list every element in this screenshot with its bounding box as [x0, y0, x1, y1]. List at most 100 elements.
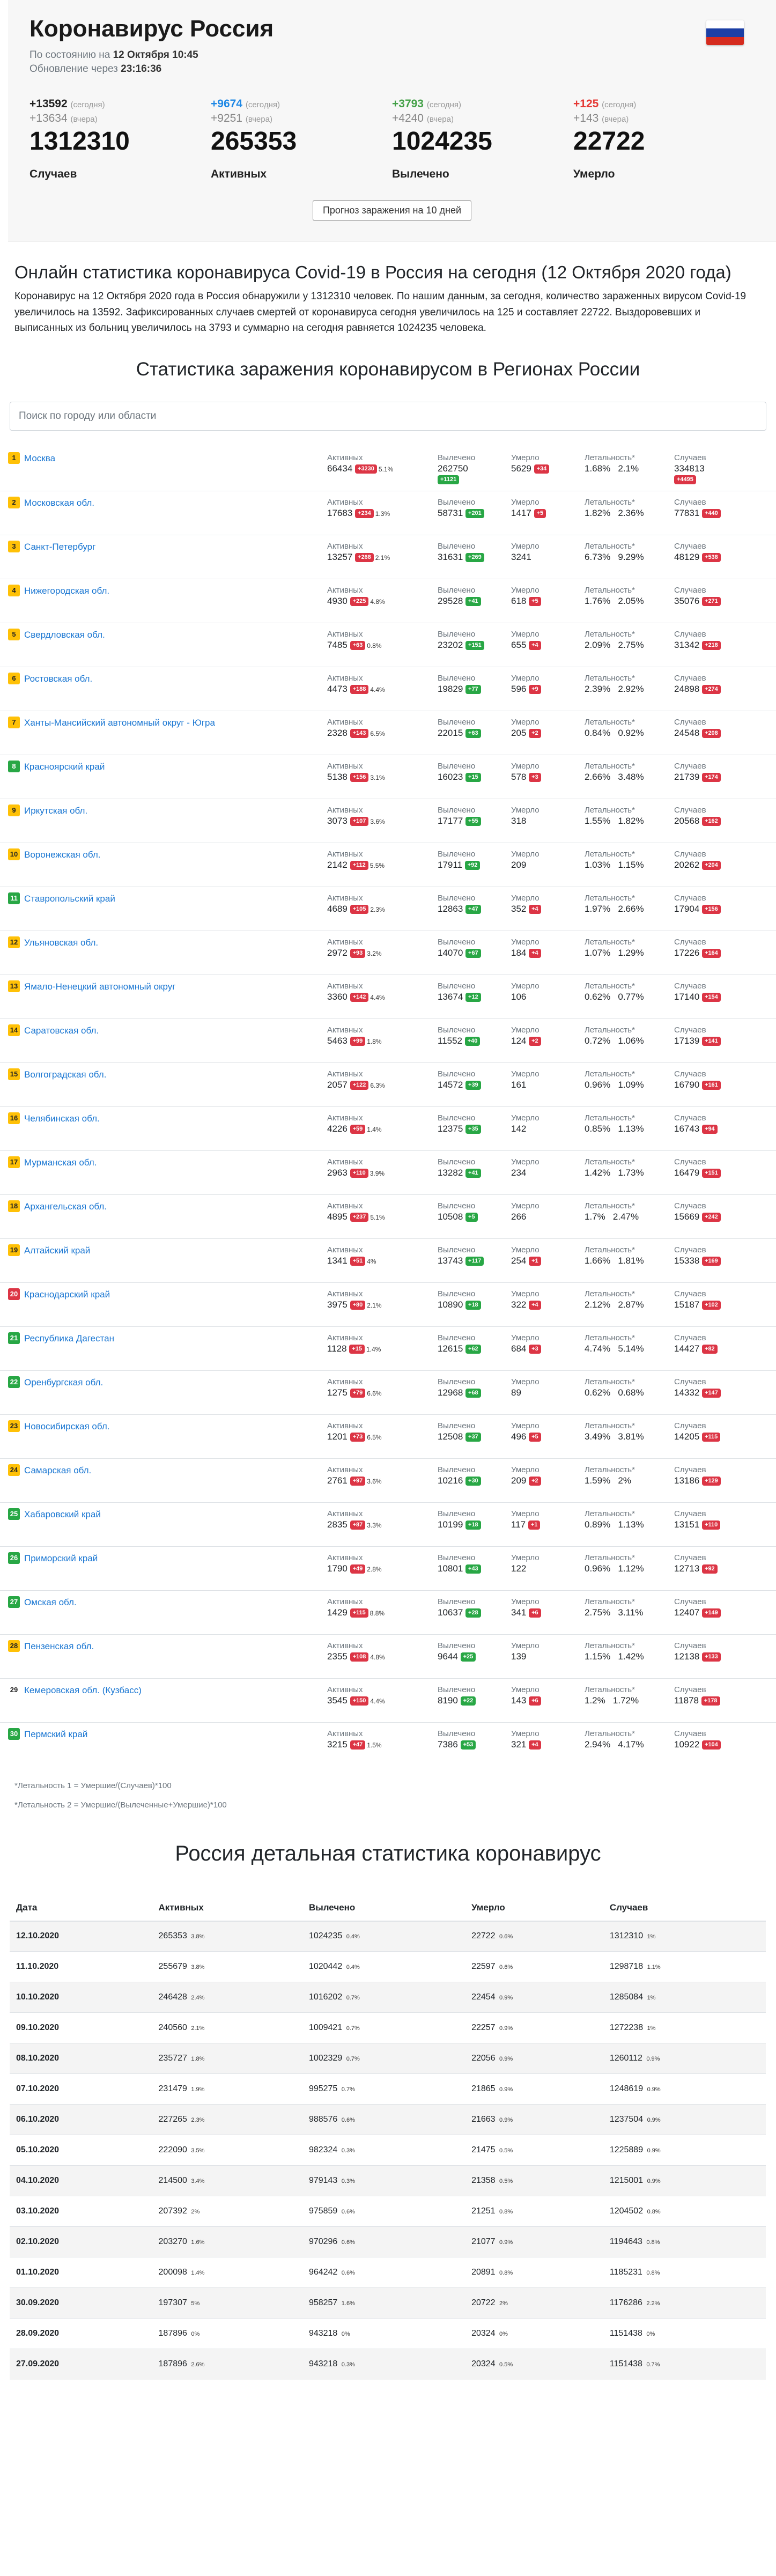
- region-link[interactable]: Ямало-Ненецкий автономный округ: [24, 980, 175, 992]
- region-link[interactable]: Кемеровская обл. (Кузбасс): [24, 1684, 142, 1696]
- died-label: Умерло: [511, 1201, 539, 1211]
- active-number: 1341: [327, 1255, 348, 1266]
- cell-percent: 2%: [191, 2209, 200, 2216]
- region-row[interactable]: 24 Самарская обл. Активных 2761 +97 3.6% Выле…: [0, 1458, 776, 1502]
- region-row[interactable]: 7 Ханты-Мансийский автономный округ - Югр…: [0, 710, 776, 755]
- region-row[interactable]: 10 Воронежская обл. Активных 2142 +112 5.5% В…: [0, 842, 776, 887]
- died-cell: Умерло 142: [511, 1112, 585, 1150]
- date-cell: 01.10.2020: [10, 2257, 152, 2288]
- region-row[interactable]: 22 Оренбургская обл. Активных 1275 +79 6.6% В…: [0, 1370, 776, 1414]
- region-row[interactable]: 18 Архангельская обл. Активных 4895 +237 5.1…: [0, 1194, 776, 1238]
- recovered-number: 58731: [438, 507, 463, 518]
- region-link[interactable]: Оренбургская обл.: [24, 1376, 103, 1388]
- region-row[interactable]: 16 Челябинская обл. Активных 4226 +59 1.4% Вы…: [0, 1106, 776, 1150]
- region-link[interactable]: Хабаровский край: [24, 1508, 101, 1520]
- region-link[interactable]: Нижегородская обл.: [24, 585, 109, 596]
- region-link[interactable]: Мурманская обл.: [24, 1156, 97, 1168]
- region-link[interactable]: Саратовская обл.: [24, 1024, 99, 1036]
- region-row[interactable]: 8 Красноярский край Активных 5138 +156 3.1% В…: [0, 754, 776, 799]
- region-link[interactable]: Архангельская обл.: [24, 1200, 107, 1212]
- region-link[interactable]: Пермский край: [24, 1728, 87, 1740]
- region-link[interactable]: Воронежская обл.: [24, 848, 101, 860]
- region-row[interactable]: 5 Свердловская обл. Активных 7485 +63 0.8% Вы…: [0, 622, 776, 667]
- region-link[interactable]: Ставропольский край: [24, 892, 115, 904]
- died-number: 1417: [511, 507, 531, 518]
- died-number: 117: [511, 1519, 526, 1530]
- cases-cell: Случаев 11878 +178: [674, 1684, 749, 1722]
- died-label: Умерло: [511, 453, 539, 462]
- region-link[interactable]: Ульяновская обл.: [24, 936, 98, 948]
- region-row[interactable]: 4 Нижегородская обл. Активных 4930 +225 4.8%…: [0, 578, 776, 623]
- search-input[interactable]: Поиск по городу или области: [10, 401, 766, 431]
- region-row[interactable]: 21 Республика Дагестан Активных 1128 +15 1.4…: [0, 1326, 776, 1370]
- recovered-number: 17177: [438, 815, 463, 826]
- region-link[interactable]: Челябинская обл.: [24, 1112, 100, 1124]
- region-row[interactable]: 26 Приморский край Активных 1790 +49 2.8% Выл…: [0, 1546, 776, 1590]
- region-link[interactable]: Свердловская обл.: [24, 629, 105, 640]
- region-row[interactable]: 9 Иркутская обл. Активных 3073 +107 3.6% Выле…: [0, 798, 776, 843]
- died-number: 89: [511, 1387, 521, 1398]
- cell-percent: 2.6%: [191, 2361, 205, 2368]
- table-row: 06.10.2020 227265 2.3% 988576 0.6% 21663 0.…: [10, 2104, 766, 2135]
- region-row[interactable]: 23 Новосибирская обл. Активных 1201 +73 6.5%…: [0, 1414, 776, 1458]
- active-label: Активных: [327, 1113, 363, 1123]
- region-link[interactable]: Ханты-Мансийский автономный округ - Югра: [24, 717, 215, 728]
- region-link[interactable]: Самарская обл.: [24, 1464, 91, 1476]
- recovered-number: 10216: [438, 1475, 463, 1486]
- region-row[interactable]: 6 Ростовская обл. Активных 4473 +188 4.4% Выл…: [0, 666, 776, 711]
- region-row[interactable]: 1 Москва Активных 66434 +3230 5.1% Вылечено 26…: [0, 447, 776, 491]
- region-name-cell: 16 Челябинская обл.: [8, 1112, 327, 1150]
- active-value: 1429 +115 8.8%: [327, 1607, 438, 1618]
- region-row[interactable]: 19 Алтайский край Активных 1341 +51 4% Вылече…: [0, 1238, 776, 1282]
- region-link[interactable]: Красноярский край: [24, 761, 105, 772]
- table-body: 12.10.2020 265353 3.8% 1024235 0.4% 22722 0…: [10, 1921, 766, 2380]
- region-link[interactable]: Приморский край: [24, 1552, 98, 1564]
- region-link[interactable]: Республика Дагестан: [24, 1332, 114, 1344]
- region-row[interactable]: 28 Пензенская обл. Активных 2355 +108 4.8% Вы…: [0, 1634, 776, 1678]
- region-link[interactable]: Новосибирская обл.: [24, 1420, 109, 1432]
- region-link[interactable]: Москва: [24, 452, 55, 464]
- region-row[interactable]: 3 Санкт-Петербург Активных 13257 +268 2.1% Вы…: [0, 534, 776, 579]
- died-value: 106: [511, 992, 585, 1002]
- region-row[interactable]: 14 Саратовская обл. Активных 5463 +99 1.8% Вы…: [0, 1018, 776, 1062]
- died-cell: Умерло 124 +2: [511, 1024, 585, 1062]
- died-number: 321: [511, 1739, 527, 1750]
- region-row[interactable]: 15 Волгоградская обл. Активных 2057 +122 6.3…: [0, 1062, 776, 1106]
- region-row[interactable]: 20 Краснодарский край Активных 3975 +80 2.1%…: [0, 1282, 776, 1326]
- lethality-label: Летальность*: [585, 1289, 635, 1298]
- region-row[interactable]: 25 Хабаровский край Активных 2835 +87 3.3% Вы…: [0, 1502, 776, 1546]
- region-link[interactable]: Иркутская обл.: [24, 804, 87, 816]
- region-link[interactable]: Алтайский край: [24, 1244, 90, 1256]
- died-label: Умерло: [511, 1641, 539, 1650]
- region-rank: 12: [8, 936, 20, 948]
- region-row[interactable]: 12 Ульяновская обл. Активных 2972 +93 3.2% Вы…: [0, 930, 776, 975]
- cases-number: 15338: [674, 1255, 700, 1266]
- died-label: Умерло: [511, 497, 539, 507]
- region-row[interactable]: 30 Пермский край Активных 3215 +47 1.5% Вылеч…: [0, 1722, 776, 1766]
- forecast-button[interactable]: Прогноз заражения на 10 дней: [312, 200, 472, 222]
- region-link[interactable]: Санкт-Петербург: [24, 541, 95, 552]
- region-name-cell: 17 Мурманская обл.: [8, 1156, 327, 1194]
- cases-value: 15338 +169: [674, 1256, 749, 1266]
- delta-badge: +4495: [674, 475, 696, 484]
- region-row[interactable]: 13 Ямало-Ненецкий автономный округ Активны…: [0, 974, 776, 1018]
- region-link[interactable]: Ростовская обл.: [24, 673, 92, 684]
- lethality-value: 1.82% 2.36%: [585, 508, 674, 519]
- cases-label: Случаев: [674, 1685, 706, 1694]
- region-link[interactable]: Пензенская обл.: [24, 1640, 94, 1652]
- table-header-2: Вылечено: [302, 1894, 465, 1922]
- region-link[interactable]: Волгоградская обл.: [24, 1068, 106, 1080]
- recovered-cell: Вылечено 19829 +77: [438, 673, 511, 711]
- delta-badge: +63: [465, 728, 481, 738]
- delta-badge: +6: [529, 1696, 541, 1706]
- region-link[interactable]: Омская обл.: [24, 1596, 77, 1608]
- active-percent: 2.1%: [375, 553, 390, 562]
- region-link[interactable]: Краснодарский край: [24, 1288, 110, 1300]
- region-row[interactable]: 17 Мурманская обл. Активных 2963 +110 3.9% Вы…: [0, 1150, 776, 1194]
- region-row[interactable]: 29 Кемеровская обл. (Кузбасс) Активных 3545…: [0, 1678, 776, 1722]
- region-row[interactable]: 2 Московская обл. Активных 17683 +234 1.3% Вы…: [0, 490, 776, 535]
- lethality-1: 6.73%: [585, 551, 611, 562]
- region-link[interactable]: Московская обл.: [24, 497, 94, 508]
- region-row[interactable]: 27 Омская обл. Активных 1429 +115 8.8% Вылече…: [0, 1590, 776, 1634]
- region-row[interactable]: 11 Ставропольский край Активных 4689 +105 2.…: [0, 886, 776, 931]
